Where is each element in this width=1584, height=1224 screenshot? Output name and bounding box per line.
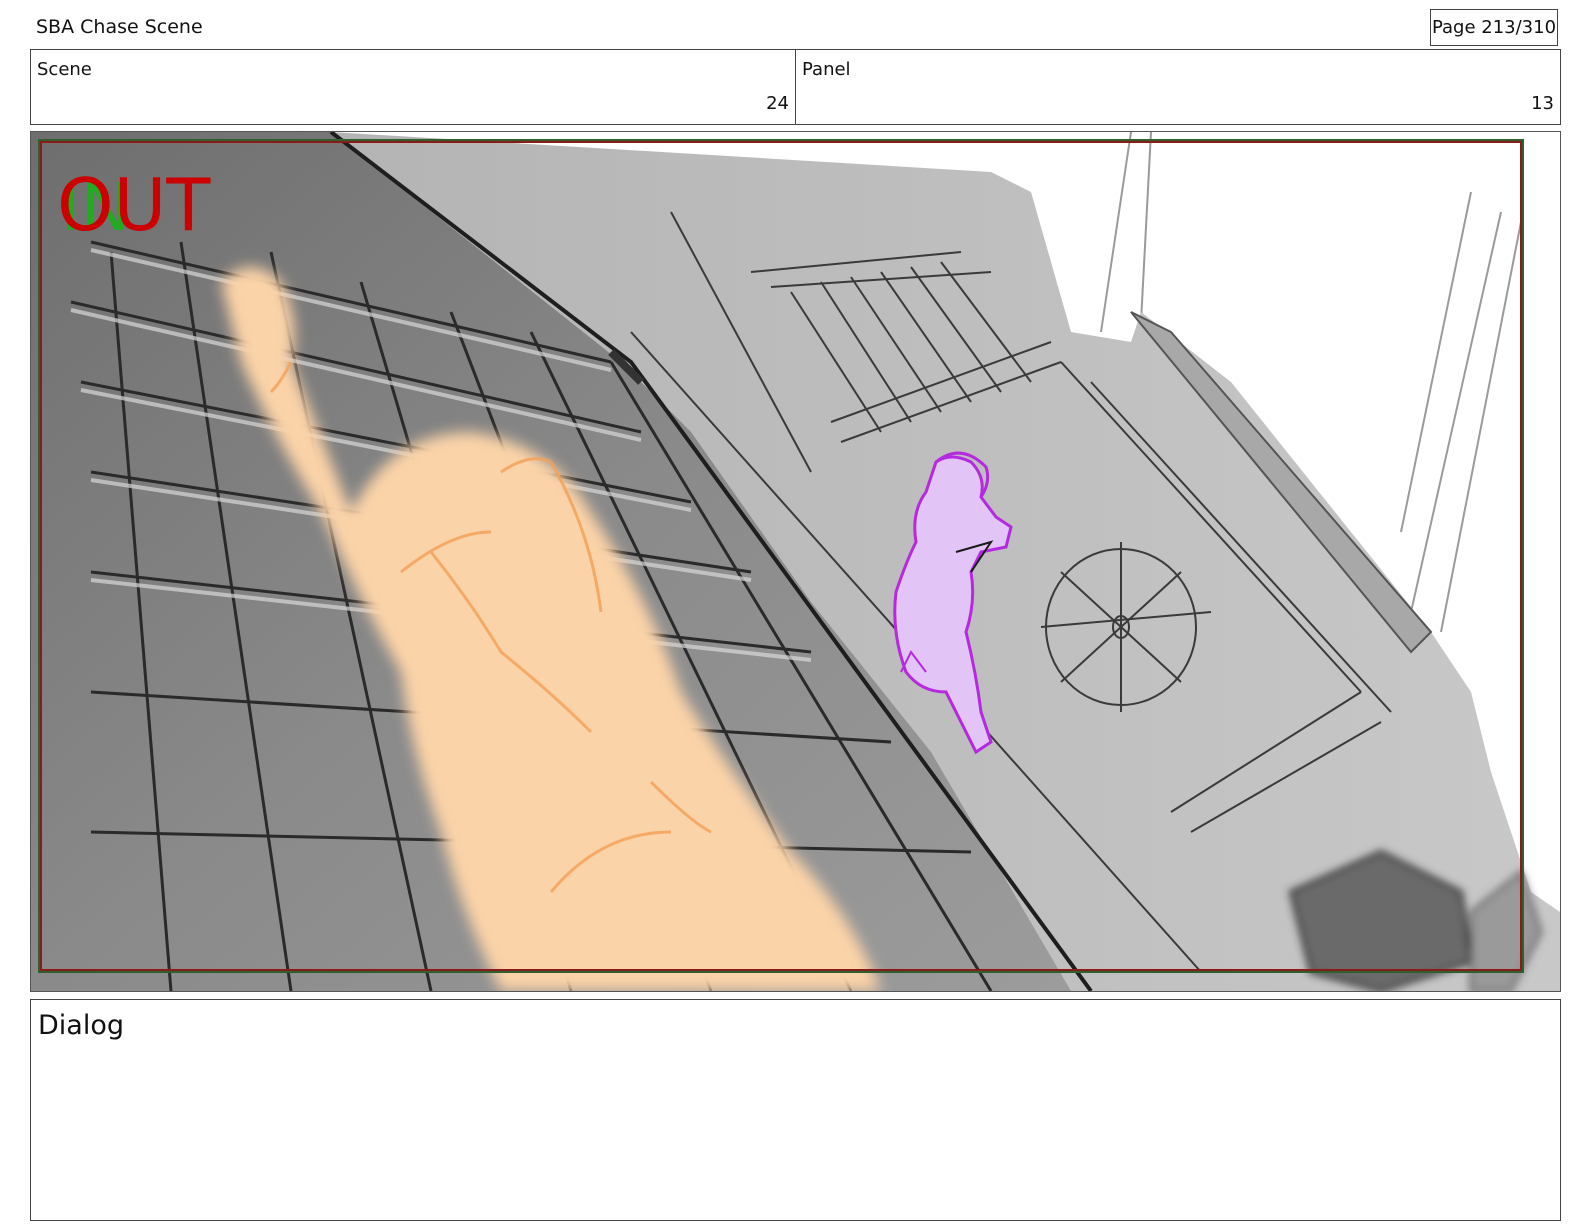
storyboard-panel: IN OUT xyxy=(30,131,1561,992)
scene-cell: Scene 24 xyxy=(31,50,795,124)
storyboard-title: SBA Chase Scene xyxy=(36,16,203,38)
dialog-box[interactable]: Dialog xyxy=(30,999,1561,1221)
panel-number: 13 xyxy=(1531,93,1554,114)
scene-label: Scene xyxy=(37,59,92,80)
dialog-label: Dialog xyxy=(38,1010,124,1041)
scene-number: 24 xyxy=(766,93,789,114)
panel-artwork: IN OUT xyxy=(31,132,1560,991)
page-indicator: Page 213/310 xyxy=(1430,9,1558,46)
overlay-out-text: OUT xyxy=(57,163,211,247)
scene-panel-info: Scene 24 Panel 13 xyxy=(30,49,1561,125)
panel-label: Panel xyxy=(802,59,851,80)
panel-cell: Panel 13 xyxy=(795,50,1560,124)
